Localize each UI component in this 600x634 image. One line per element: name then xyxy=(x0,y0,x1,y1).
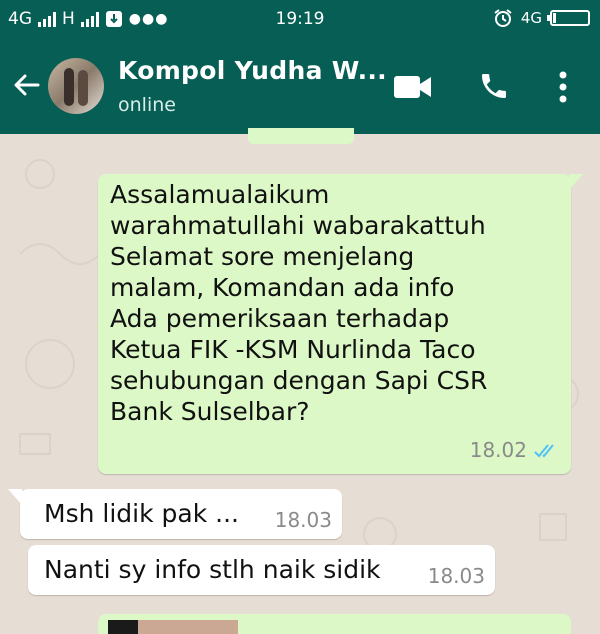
back-arrow-icon[interactable] xyxy=(12,70,42,105)
message-time: 18.03 xyxy=(274,508,332,532)
message-time: 18.03 xyxy=(427,564,485,588)
message-line: malam, Komandan ada info xyxy=(110,273,455,302)
bubble-tail xyxy=(8,489,22,505)
message-text: Nanti sy info stlh naik sidik xyxy=(44,555,381,584)
video-call-icon[interactable] xyxy=(394,74,432,104)
message-line: sehubungan dengan Sapi CSR xyxy=(110,366,488,395)
message-line: Ada pemeriksaan terhadap xyxy=(110,304,450,333)
next-image-message[interactable] xyxy=(98,614,571,634)
voice-call-icon[interactable] xyxy=(478,70,510,106)
network-type-4g-right: 4G xyxy=(520,9,542,27)
message-line: warahmatullahi wabarakattuh xyxy=(110,211,486,240)
alarm-icon xyxy=(494,9,512,27)
bubble-tail xyxy=(569,174,583,190)
previous-message-bubble xyxy=(248,128,354,144)
chat-area[interactable]: Assalamualaikum warahmatullahi wabarakat… xyxy=(0,128,600,634)
image-thumbnail xyxy=(108,620,238,634)
message-text: Msh lidik pak ... xyxy=(44,499,239,528)
message-line: Selamat sore menjelang xyxy=(110,242,415,271)
avatar[interactable] xyxy=(48,58,104,114)
contact-name[interactable]: Kompol Yudha W... xyxy=(118,56,387,85)
status-bar: 4G H ●●● 19:19 4G xyxy=(0,0,600,40)
message-line: Assalamualaikum xyxy=(110,180,330,209)
message-line: Ketua FIK -KSM Nurlinda Taco xyxy=(110,335,476,364)
incoming-message[interactable]: Msh lidik pak ... 18.03 xyxy=(8,489,342,539)
contact-status: online xyxy=(118,94,176,116)
read-receipt-icon xyxy=(534,443,554,457)
message-time: 18.02 xyxy=(469,438,527,462)
outgoing-message[interactable]: Assalamualaikum warahmatullahi wabarakat… xyxy=(98,174,583,474)
incoming-message[interactable]: Nanti sy info stlh naik sidik 18.03 xyxy=(28,545,495,595)
chat-header: Kompol Yudha W... online xyxy=(0,40,600,134)
message-line: Bank Sulselbar? xyxy=(110,397,310,426)
status-right: 4G xyxy=(493,8,590,28)
more-options-icon[interactable] xyxy=(558,70,568,108)
battery-icon xyxy=(547,10,590,26)
